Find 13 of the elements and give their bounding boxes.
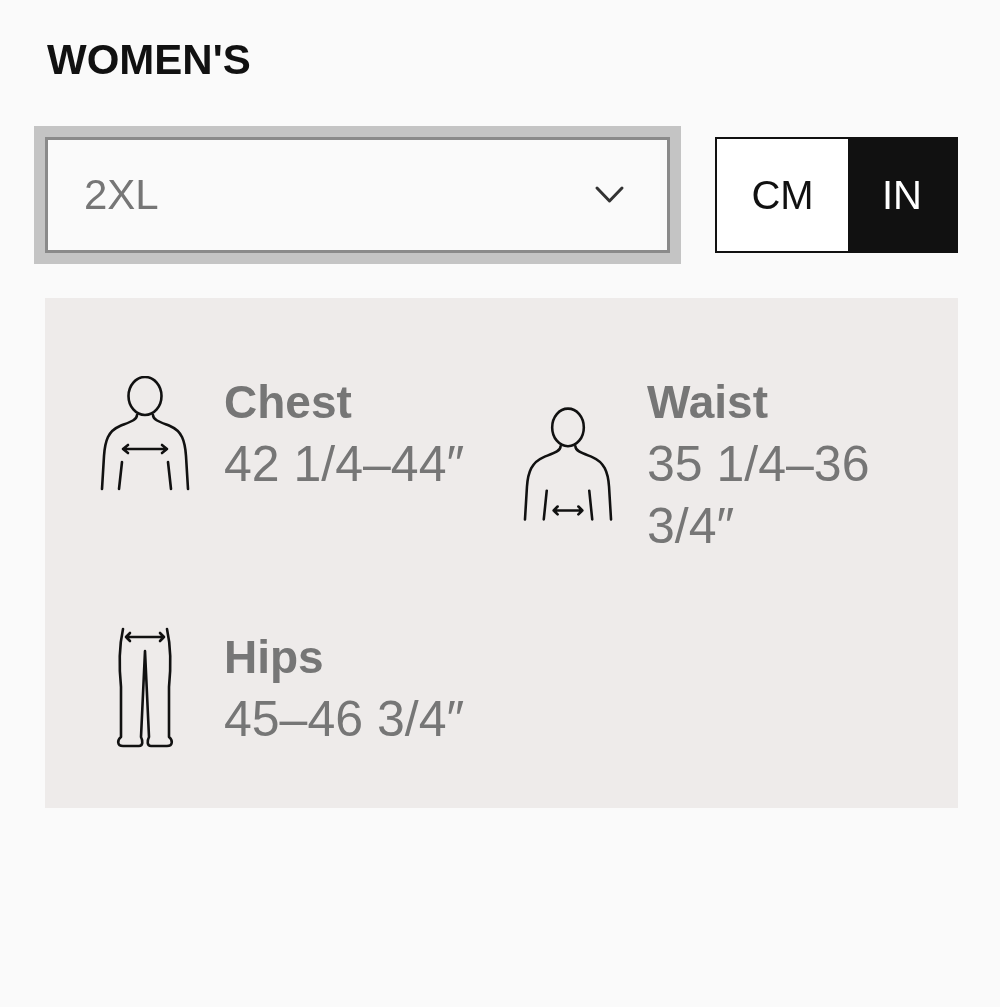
measurement-value: 35 1/4–36 3/4″ bbox=[647, 435, 871, 556]
waist-measure-icon bbox=[523, 406, 613, 522]
measurement-label: Waist bbox=[647, 375, 769, 430]
measurement-label: Hips bbox=[224, 630, 325, 685]
section-heading: WOMEN'S bbox=[46, 35, 252, 85]
hips-measure-icon bbox=[114, 627, 176, 749]
measurement-label: Chest bbox=[224, 375, 353, 430]
measurement-value: 42 1/4–44″ bbox=[224, 435, 465, 494]
unit-toggle[interactable]: CM bbox=[715, 137, 848, 253]
measurement-value: 45–46 3/4″ bbox=[224, 690, 465, 749]
chevron-icon bbox=[594, 185, 625, 205]
chest-measure-icon bbox=[100, 375, 190, 491]
unit-toggle[interactable]: IN bbox=[848, 137, 958, 253]
